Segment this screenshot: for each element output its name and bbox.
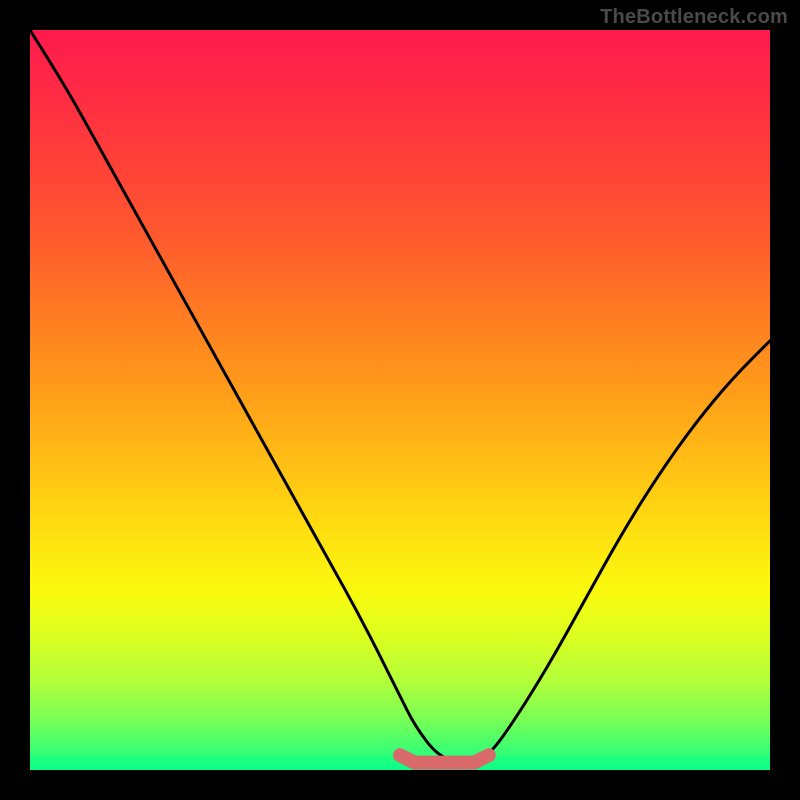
curve-svg (30, 30, 770, 770)
valley-marker (400, 755, 489, 762)
chart-frame: TheBottleneck.com (0, 0, 800, 800)
bottleneck-curve (30, 30, 770, 763)
watermark-text: TheBottleneck.com (600, 6, 788, 29)
plot-area (30, 30, 770, 770)
